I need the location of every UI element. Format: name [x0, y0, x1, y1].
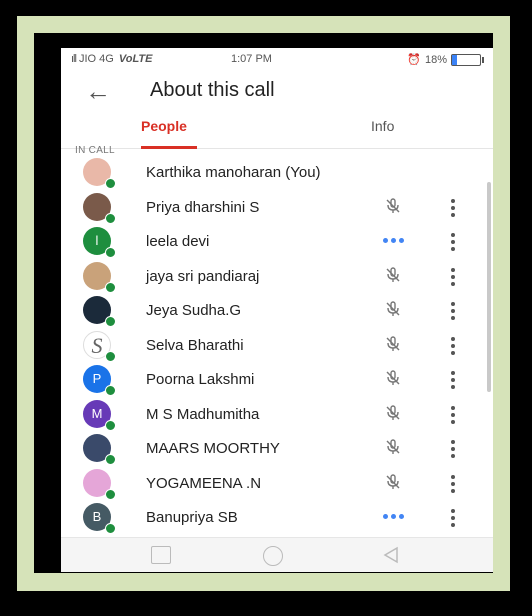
mic-off-icon	[386, 266, 400, 282]
participant-name: jaya sri pandiaraj	[146, 267, 260, 285]
page-title: About this call	[150, 79, 275, 101]
speaking-dots-icon	[383, 238, 404, 243]
status-right: ⏰ 18%	[407, 53, 484, 66]
participant-name: Selva Bharathi	[146, 336, 244, 354]
online-status-icon	[105, 523, 116, 534]
online-status-icon	[105, 281, 116, 293]
online-status-icon	[105, 247, 116, 258]
mic-off-icon	[386, 370, 400, 385]
more-vert-icon[interactable]	[451, 336, 457, 355]
participant-name: Poorna Lakshmi	[146, 371, 255, 388]
participant-row[interactable]: S Selva Bharathi	[61, 329, 493, 363]
online-status-icon	[105, 419, 116, 431]
mic-off-icon	[386, 473, 400, 489]
online-status-icon	[105, 350, 116, 362]
tab-people[interactable]: People	[111, 116, 201, 149]
more-vert-icon[interactable]	[451, 371, 457, 389]
battery-percent: 18%	[424, 53, 447, 66]
android-nav-bar	[61, 537, 493, 572]
tab-bar: People Info	[61, 116, 493, 149]
mic-off-icon	[386, 439, 400, 454]
participant-name: MAARS MOORTHY	[146, 440, 280, 457]
participant-name: Karthika manoharan (You)	[146, 164, 321, 181]
mic-off-icon	[386, 404, 400, 420]
more-vert-icon[interactable]	[451, 440, 457, 458]
more-vert-icon[interactable]	[451, 474, 457, 493]
status-left: ıll JIO 4G VoLTE	[71, 53, 152, 65]
online-status-icon	[105, 178, 116, 189]
participant-name: YOGAMEENA .N	[146, 474, 262, 492]
participant-name: M S Madhumitha	[146, 405, 260, 423]
participant-name: Banupriya SB	[146, 509, 238, 526]
participant-name: Priya dharshini S	[146, 198, 260, 216]
more-vert-icon[interactable]	[451, 405, 457, 424]
recents-icon[interactable]	[151, 546, 171, 564]
mic-off-icon	[386, 197, 400, 213]
carrier-label: JIO 4G	[78, 53, 114, 65]
tab-info[interactable]: Info	[361, 116, 421, 148]
tab-people-label: People	[141, 118, 187, 134]
mic-off-icon	[386, 335, 400, 351]
participant-row[interactable]: Priya dharshini S	[61, 191, 493, 225]
signal-icon: ıll	[71, 53, 77, 65]
more-vert-icon[interactable]	[451, 233, 457, 251]
tab-info-label: Info	[371, 118, 395, 134]
online-status-icon	[105, 488, 116, 500]
alarm-icon: ⏰	[407, 54, 421, 66]
participant-row[interactable]: MAARS MOORTHY	[61, 432, 493, 466]
home-icon[interactable]	[263, 546, 283, 566]
section-label-in-call: IN CALL	[75, 145, 115, 156]
volte-label: VoLTE	[118, 53, 153, 65]
participant-name: leela devi	[146, 233, 210, 250]
status-bar: ıll JIO 4G VoLTE 1:07 PM ⏰ 18%	[61, 48, 493, 70]
app-bar: ← About this call	[61, 72, 493, 112]
speaking-dots-icon	[383, 514, 404, 519]
participant-row[interactable]: Karthika manoharan (You)	[61, 156, 493, 190]
more-vert-icon[interactable]	[451, 509, 457, 527]
more-vert-icon[interactable]	[451, 198, 457, 217]
status-time: 1:07 PM	[231, 53, 272, 65]
participant-row[interactable]: l leela devi	[61, 225, 493, 259]
participant-row[interactable]: B Banupriya SB	[61, 501, 493, 535]
tab-active-indicator	[141, 146, 197, 149]
more-vert-icon[interactable]	[451, 302, 457, 320]
arrow-back-icon[interactable]: ←	[85, 76, 111, 107]
participant-row[interactable]: MM S Madhumitha	[61, 398, 493, 432]
nav-back-icon[interactable]	[381, 545, 401, 565]
online-status-icon	[105, 316, 116, 327]
participant-row[interactable]: Jeya Sudha.G	[61, 294, 493, 328]
more-vert-icon[interactable]	[451, 267, 457, 286]
online-status-icon	[105, 385, 116, 396]
phone-screen: ıll JIO 4G VoLTE 1:07 PM ⏰ 18% ← About th…	[61, 48, 493, 572]
battery-icon	[451, 53, 484, 66]
scrollbar[interactable]	[487, 182, 491, 392]
participant-row[interactable]: YOGAMEENA .N	[61, 467, 493, 501]
mic-off-icon	[386, 301, 400, 316]
participant-row[interactable]: P Poorna Lakshmi	[61, 363, 493, 397]
online-status-icon	[105, 212, 116, 224]
online-status-icon	[105, 454, 116, 465]
participant-name: Jeya Sudha.G	[146, 302, 242, 319]
participant-row[interactable]: jaya sri pandiaraj	[61, 260, 493, 294]
